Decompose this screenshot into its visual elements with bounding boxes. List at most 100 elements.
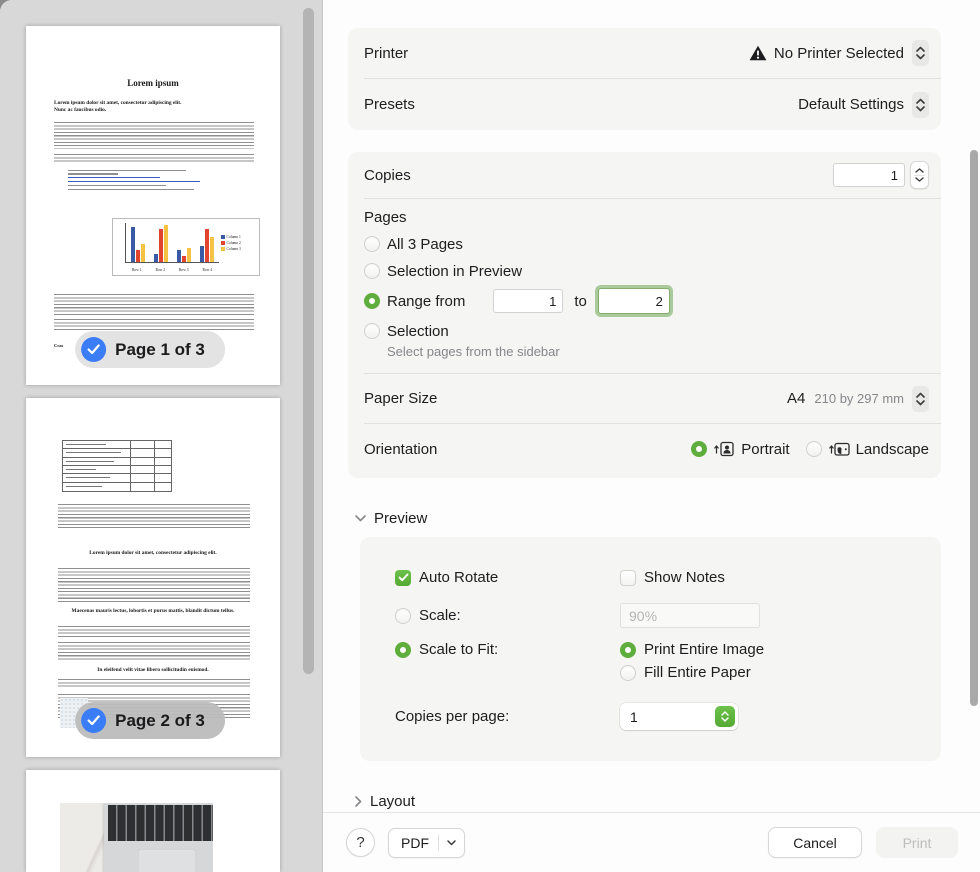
orientation-row: Orientation Portrait [348,424,941,474]
pages-option-all[interactable]: All 3 Pages [364,234,929,254]
print-dialog: Lorem ipsum Lorem ipsum dolor sit amet, … [0,0,980,872]
pages-option-selection-in-preview[interactable]: Selection in Preview [364,261,929,281]
show-notes-option[interactable]: Show Notes [620,569,725,586]
scale-to-fit-row: Scale to Fit: Print Entire Image [360,641,941,658]
presets-dropdown[interactable] [912,92,929,118]
paragraph-lines [54,154,254,163]
range-to-label: to [574,293,587,310]
landscape-icon [828,440,850,458]
radio-unselected[interactable] [395,608,411,624]
range-to-input[interactable] [598,288,670,314]
pages-section: Pages All 3 Pages Selection in Preview R… [348,199,941,373]
print-entire-image-option[interactable]: Print Entire Image [620,641,764,658]
laptop-keyboard [108,805,213,841]
paper-size-dropdown[interactable] [912,386,929,412]
checkbox-unchecked[interactable] [620,570,636,586]
paper-size-label: Paper Size [364,390,437,407]
copies-per-page-select[interactable]: 1 [620,703,738,730]
radio-unselected[interactable] [364,263,380,279]
copies-stepper[interactable] [910,161,929,189]
copies-row: Copies [348,152,941,198]
radio-unselected[interactable] [806,441,822,457]
doc-title: Lorem ipsum [26,78,280,88]
pages-option-range[interactable]: Range from to [364,288,929,314]
printer-value: No Printer Selected [774,45,904,62]
pages-option-selection[interactable]: Selection [364,321,929,341]
paper-size-row: Paper Size A4 210 by 297 mm [348,374,941,423]
bullet-list-lines [56,167,240,190]
preview-section-header[interactable]: Preview [355,510,427,527]
select-stepper-icon [715,706,735,727]
checkbox-row: Auto Rotate Show Notes [360,569,941,586]
paragraph-lines [58,626,250,638]
scale-to-fit-option[interactable]: Scale to Fit: [360,641,620,658]
layout-section-header[interactable]: Layout [355,793,415,810]
layout-section-title: Layout [370,793,415,810]
radio-selected[interactable] [620,642,636,658]
radio-unselected[interactable] [620,665,636,681]
radio-selected[interactable] [364,293,380,309]
doc-heading: Maecenas mauris lectus, lobortis et puru… [66,608,240,615]
cancel-button[interactable]: Cancel [768,827,862,858]
orientation-label: Orientation [364,441,437,458]
copies-per-page-label: Copies per page: [395,708,509,725]
page-1-badge: Page 1 of 3 [75,331,225,368]
orientation-portrait-option[interactable]: Portrait [691,440,789,458]
chart-legend: Column 1 Column 2 Column 3 [221,235,257,253]
paragraph-lines [58,679,250,689]
laptop-image [104,803,213,872]
selection-hint: Select pages from the sidebar [387,344,929,359]
print-button-disabled[interactable]: Print [876,827,958,858]
scale-option[interactable]: Scale: [360,607,620,624]
paragraph-lines [54,122,254,149]
doc-text: Cras [54,343,63,348]
doc-table [62,440,172,492]
chart-x-labels: Row 1 Row 2 Row 3 Row 4 [125,268,219,272]
printer-presets-group: Printer No Printer Selected Presets Defa… [348,28,941,130]
radio-unselected[interactable] [364,323,380,339]
paper-size-detail: 210 by 297 mm [814,391,904,406]
pages-label: Pages [364,209,929,226]
copies-per-page-row: Copies per page: 1 [360,703,941,730]
chevron-down-icon[interactable] [439,840,464,846]
page-thumbnail-sidebar: Lorem ipsum Lorem ipsum dolor sit amet, … [0,0,323,872]
pdf-menu-button[interactable]: PDF [388,828,465,858]
laptop-trackpad [138,849,196,872]
laptop-photo [60,803,213,872]
paragraph-lines [58,568,250,602]
copies-input[interactable] [833,163,905,187]
panel-scrollbar[interactable] [970,150,978,706]
auto-rotate-option[interactable]: Auto Rotate [360,569,620,586]
copies-label: Copies [364,167,411,184]
presets-label: Presets [364,96,415,113]
radio-selected[interactable] [395,642,411,658]
range-from-input[interactable] [493,289,563,313]
page-badge-label: Page 1 of 3 [115,340,205,360]
page-selected-check-icon[interactable] [81,337,106,362]
scale-percent-input[interactable] [620,603,760,628]
page-2-badge: Page 2 of 3 [75,702,225,739]
doc-heading: Lorem ipsum dolor sit amet, consectetur … [56,550,250,557]
scale-row: Scale: [360,603,941,628]
page-3-thumbnail[interactable] [26,770,280,872]
radio-unselected[interactable] [364,236,380,252]
paragraph-lines [54,294,254,315]
fill-entire-paper-row: Fill Entire Paper [360,664,941,681]
chevron-down-icon [355,515,366,522]
paragraph-lines [58,642,250,662]
printer-label: Printer [364,45,408,62]
presets-row: Presets Default Settings [348,79,941,130]
page-selected-check-icon[interactable] [81,708,106,733]
checkbox-checked[interactable] [395,570,411,586]
help-button[interactable]: ? [346,828,375,857]
sidebar-scrollbar[interactable] [303,8,314,674]
radio-selected[interactable] [691,441,707,457]
orientation-landscape-option[interactable]: Landscape [806,440,929,458]
print-settings-panel: Printer No Printer Selected Presets Defa… [323,0,980,872]
copies-pages-group: Copies Pages All 3 Pages Selecti [348,152,941,478]
printer-row: Printer No Printer Selected [348,28,941,78]
doc-subtitle: Lorem ipsum dolor sit amet, consectetur … [54,100,254,114]
embedded-bar-chart: Row 1 Row 2 Row 3 Row 4 Column 1 Column … [112,218,260,276]
fill-entire-paper-option[interactable]: Fill Entire Paper [620,664,751,681]
printer-dropdown[interactable] [912,40,929,66]
